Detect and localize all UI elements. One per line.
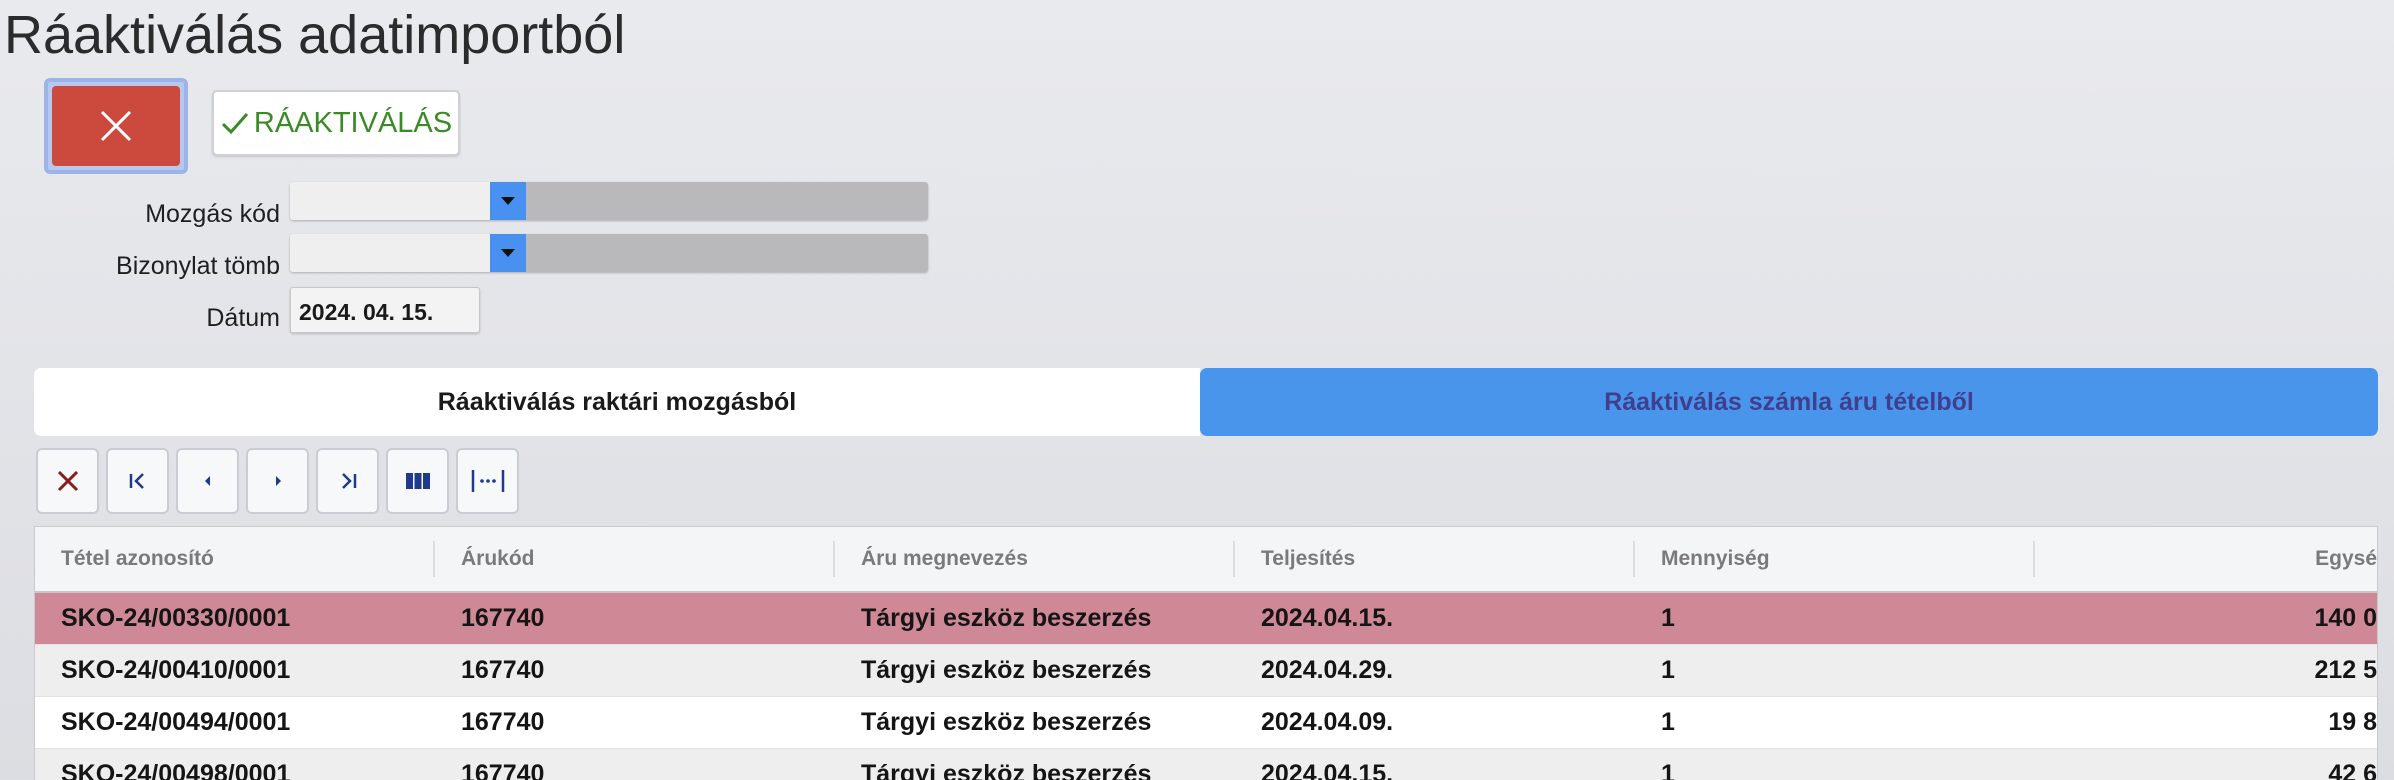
activate-button[interactable]: RÁAKTIVÁLÁS <box>212 90 460 156</box>
table-row[interactable]: SKO-24/00410/0001 167740 Tárgyi eszköz b… <box>35 645 2377 697</box>
cell-unit-price: 42 6 <box>2328 760 2377 780</box>
close-icon <box>57 470 78 492</box>
cell-product-code: 167740 <box>461 708 545 736</box>
cell-product-name: Tárgyi eszköz beszerzés <box>861 760 1152 780</box>
cell-item-id: SKO-24/00494/0001 <box>61 708 291 736</box>
column-header-product-name[interactable]: Áru megnevezés <box>835 527 1235 591</box>
movement-code-input[interactable] <box>290 182 490 220</box>
cell-product-name: Tárgyi eszköz beszerzés <box>861 708 1152 736</box>
cell-item-id: SKO-24/00410/0001 <box>61 656 291 684</box>
close-icon <box>100 110 132 142</box>
activate-button-label: RÁAKTIVÁLÁS <box>253 106 453 139</box>
grid-next-button[interactable] <box>246 448 309 514</box>
cell-fulfillment: 2024.04.09. <box>1261 708 1394 736</box>
table-row[interactable]: SKO-24/00330/0001 167740 Tárgyi eszköz b… <box>35 593 2377 645</box>
grid-header: Tétel azonosító Árukód Áru megnevezés Te… <box>35 527 2377 593</box>
cell-unit-price: 19 8 <box>2328 708 2377 736</box>
date-field[interactable]: 2024. 04. 15. <box>290 287 480 333</box>
data-grid: Tétel azonosító Árukód Áru megnevezés Te… <box>34 526 2378 780</box>
tab-invoice-item[interactable]: Ráaktiválás számla áru tételből <box>1200 368 2378 436</box>
movement-code-combo[interactable] <box>290 182 928 220</box>
chevron-down-icon <box>501 197 515 205</box>
document-block-combo[interactable] <box>290 234 928 272</box>
cell-quantity: 1 <box>1661 604 1675 632</box>
table-row[interactable]: SKO-24/00494/0001 167740 Tárgyi eszköz b… <box>35 697 2377 749</box>
grid-clear-button[interactable] <box>36 448 99 514</box>
cell-product-name: Tárgyi eszköz beszerzés <box>861 656 1152 684</box>
cell-quantity: 1 <box>1661 760 1675 780</box>
grid-prev-button[interactable] <box>176 448 239 514</box>
cell-product-code: 167740 <box>461 656 545 684</box>
column-header-unit-price[interactable]: Egysé <box>2035 527 2377 591</box>
grid-first-button[interactable] <box>106 448 169 514</box>
date-label: Dátum <box>206 304 280 332</box>
movement-code-label: Mozgás kód <box>145 200 280 228</box>
column-header-fulfillment[interactable]: Teljesítés <box>1235 527 1635 591</box>
cell-item-id: SKO-24/00498/0001 <box>61 760 291 780</box>
check-icon <box>221 113 248 135</box>
page-title: Ráaktiválás adatimportból <box>4 5 626 65</box>
cell-fulfillment: 2024.04.15. <box>1261 760 1394 780</box>
movement-code-description <box>526 182 928 220</box>
document-block-input[interactable] <box>290 234 490 272</box>
prev-icon <box>204 476 210 486</box>
column-header-item-id[interactable]: Tétel azonosító <box>35 527 435 591</box>
cell-quantity: 1 <box>1661 656 1675 684</box>
cell-product-code: 167740 <box>461 760 545 780</box>
next-icon <box>275 476 281 486</box>
close-button-face[interactable] <box>52 86 180 166</box>
chevron-down-icon <box>501 249 515 257</box>
grid-columns-button[interactable] <box>386 448 449 514</box>
column-header-product-code[interactable]: Árukód <box>435 527 835 591</box>
cell-fulfillment: 2024.04.15. <box>1261 604 1394 632</box>
columns-icon <box>405 473 430 489</box>
document-block-label: Bizonylat tömb <box>116 252 280 280</box>
grid-last-button[interactable] <box>316 448 379 514</box>
column-header-quantity[interactable]: Mennyiség <box>1635 527 2035 591</box>
first-icon <box>129 473 144 489</box>
grid-fit-width-button[interactable] <box>456 448 519 514</box>
cell-fulfillment: 2024.04.29. <box>1261 656 1394 684</box>
cell-quantity: 1 <box>1661 708 1675 736</box>
cell-product-code: 167740 <box>461 604 545 632</box>
table-row[interactable]: SKO-24/00498/0001 167740 Tárgyi eszköz b… <box>35 749 2377 780</box>
close-button[interactable] <box>44 78 188 174</box>
grid-toolbar <box>36 448 519 514</box>
cell-item-id: SKO-24/00330/0001 <box>61 604 291 632</box>
movement-code-dropdown-button[interactable] <box>490 182 526 220</box>
tab-warehouse-movement[interactable]: Ráaktiválás raktári mozgásból <box>34 368 1200 436</box>
cell-unit-price: 140 0 <box>2314 604 2377 632</box>
document-block-dropdown-button[interactable] <box>490 234 526 272</box>
last-icon <box>341 473 356 489</box>
cell-unit-price: 212 5 <box>2314 656 2377 684</box>
fit-width-icon <box>471 470 504 492</box>
tab-bar: Ráaktiválás raktári mozgásból Ráaktiválá… <box>34 368 2378 436</box>
document-block-description <box>526 234 928 272</box>
cell-product-name: Tárgyi eszköz beszerzés <box>861 604 1152 632</box>
